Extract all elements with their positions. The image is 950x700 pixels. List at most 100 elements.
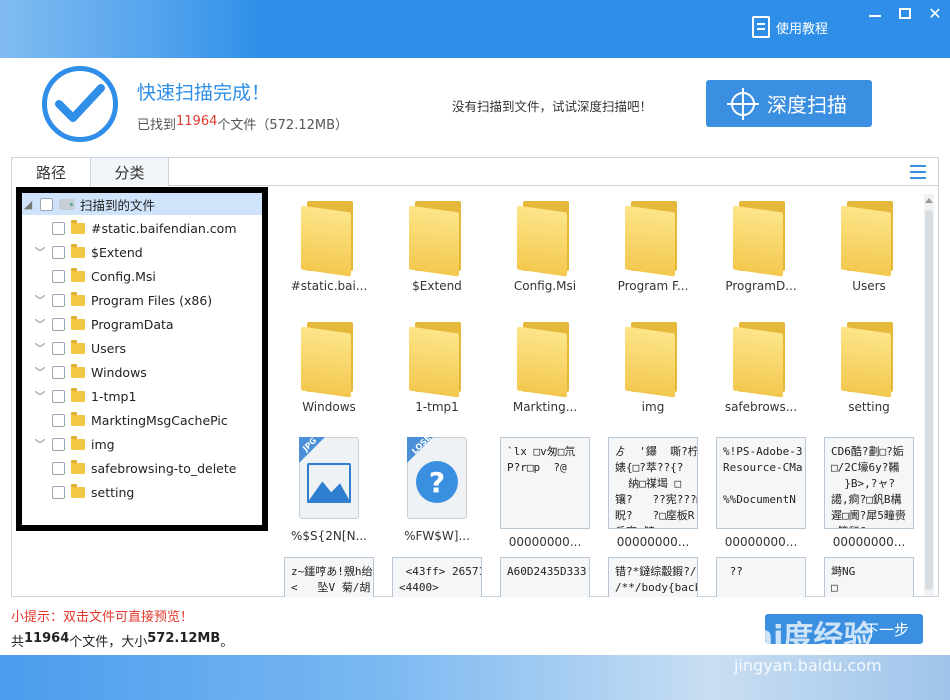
- tree-item[interactable]: ﹀ Users: [34, 337, 126, 359]
- tree-item[interactable]: ﹀ ProgramData: [34, 313, 174, 335]
- folder-item[interactable]: $Extend: [392, 197, 482, 293]
- tree-item[interactable]: ﹀ img: [34, 433, 115, 455]
- file-item[interactable]: 错?*鐽综觳鍜?/ /**/body{backg: [608, 557, 698, 597]
- file-item[interactable]: CD6酷?劃□?姤 □/2C壕6y?鞴 }B>,?ャ? 譪,痾?□釩B構 遲□阓…: [824, 437, 914, 549]
- folder-icon: [71, 459, 85, 474]
- next-step-label: 下一步: [863, 620, 909, 639]
- folder-icon: [733, 197, 789, 277]
- tree-root[interactable]: ◢ 扫描到的文件: [22, 193, 262, 215]
- tab-path[interactable]: 路径: [12, 158, 91, 187]
- close-button[interactable]: ✕: [920, 0, 950, 26]
- grid-scrollbar[interactable]: [924, 194, 934, 596]
- tree-item[interactable]: safebrowsing-to_delete: [34, 457, 236, 479]
- tree-checkbox[interactable]: [52, 389, 65, 403]
- tree-checkbox[interactable]: [52, 461, 65, 475]
- file-preview: A60D2435D333: [500, 557, 590, 597]
- help-tutorial-button[interactable]: 使用教程: [752, 14, 828, 40]
- tree-checkbox[interactable]: [52, 221, 65, 235]
- chevron-down-icon[interactable]: ﹀: [34, 318, 46, 331]
- file-preview: %!PS-Adobe-3 Resource-CMa %%DocumentN: [716, 437, 806, 529]
- chevron-down-icon[interactable]: ﹀: [34, 366, 46, 379]
- maximize-button[interactable]: [890, 0, 920, 26]
- folder-item[interactable]: Windows: [284, 318, 374, 414]
- total-suffix: 。: [220, 635, 234, 650]
- file-item[interactable]: ゟ '鑤 嘶?柠 婊{□?萃??{? 納□禖堨 □ 镶? ??宪???□ 眖? …: [608, 437, 698, 549]
- folder-item[interactable]: Users: [824, 197, 914, 293]
- unknown-file-icon: LOSE?: [402, 433, 472, 523]
- chevron-down-icon[interactable]: ﹀: [34, 438, 46, 451]
- file-item[interactable]: 塒NG □: [824, 557, 914, 597]
- bottom-bar: [0, 655, 950, 700]
- file-label: 00000000...: [616, 535, 690, 549]
- tree-item[interactable]: #static.baifendian.com: [34, 217, 237, 239]
- folder-label: Config.Msi: [513, 279, 577, 293]
- folder-item[interactable]: Config.Msi: [500, 197, 590, 293]
- tree-checkbox[interactable]: [52, 485, 65, 499]
- folder-icon: [71, 483, 85, 498]
- tree-checkbox[interactable]: [52, 293, 65, 307]
- folder-icon: [301, 197, 357, 277]
- tree-item-label: Windows: [91, 364, 147, 380]
- tree-item[interactable]: ﹀ Windows: [34, 361, 147, 383]
- summary-count: 11964: [176, 114, 218, 129]
- scroll-thumb[interactable]: [925, 210, 933, 590]
- folder-icon: [71, 339, 85, 354]
- tree-checkbox[interactable]: [52, 317, 65, 331]
- tree-checkbox[interactable]: [40, 197, 53, 211]
- folder-item[interactable]: Program F...: [608, 197, 698, 293]
- view-menu-icon[interactable]: [910, 165, 926, 179]
- folder-item[interactable]: ProgramD...: [716, 197, 806, 293]
- file-item[interactable]: LOSE? %FW$W]...: [392, 433, 482, 543]
- chevron-down-icon[interactable]: ﹀: [34, 342, 46, 355]
- tree-checkbox[interactable]: [52, 365, 65, 379]
- deep-scan-button[interactable]: 深度扫描: [706, 80, 872, 127]
- tree-checkbox[interactable]: [52, 413, 65, 427]
- folder-item[interactable]: safebrows...: [716, 318, 806, 414]
- folder-icon: [71, 435, 85, 450]
- tree-item[interactable]: ﹀ 1-tmp1: [34, 385, 136, 407]
- tree-checkbox[interactable]: [52, 341, 65, 355]
- tree-checkbox[interactable]: [52, 437, 65, 451]
- file-preview: <43ff> 26571 <4400> <44d5> 26605: [392, 557, 482, 597]
- file-preview: 塒NG □: [824, 557, 914, 597]
- summary-suffix: 个文件（572.12MB）: [217, 118, 348, 133]
- folder-item[interactable]: setting: [824, 318, 914, 414]
- tree-item[interactable]: ﹀ $Extend: [34, 241, 143, 263]
- folder-label: setting: [848, 400, 890, 414]
- tab-category[interactable]: 分类: [91, 158, 169, 186]
- folder-label: Program F...: [617, 279, 689, 293]
- tree-checkbox[interactable]: [52, 269, 65, 283]
- file-item[interactable]: %!PS-Adobe-3 Resource-CMa %%DocumentN 000…: [716, 437, 806, 549]
- folder-item[interactable]: 1-tmp1: [392, 318, 482, 414]
- file-item[interactable]: ??: [716, 557, 806, 597]
- tree-root-label: 扫描到的文件: [80, 197, 156, 213]
- tree-checkbox[interactable]: [52, 245, 65, 259]
- minimize-button[interactable]: [860, 0, 890, 26]
- tree-item[interactable]: Config.Msi: [34, 265, 156, 287]
- folder-label: #static.bai...: [290, 279, 368, 293]
- file-item[interactable]: `lx □v匆□氘 P?r□p ?@ 00000000...: [500, 437, 590, 549]
- next-step-button[interactable]: 下一步: [765, 614, 923, 644]
- file-item[interactable]: A60D2435D333: [500, 557, 590, 597]
- chevron-down-icon[interactable]: ﹀: [34, 294, 46, 307]
- file-item[interactable]: <43ff> 26571 <4400> <44d5> 26605: [392, 557, 482, 597]
- folder-item[interactable]: Markting...: [500, 318, 590, 414]
- chevron-down-icon[interactable]: ﹀: [34, 246, 46, 259]
- tree-item[interactable]: MarktingMsgCachePic: [34, 409, 228, 431]
- chevron-down-icon[interactable]: ﹀: [34, 390, 46, 403]
- file-item[interactable]: z~鑩哼あ!覫h绐 < 坠V 菊/胡 蘮?□□-簾-損□?: [284, 557, 374, 597]
- tree-item[interactable]: ﹀ Program Files (x86): [34, 289, 212, 311]
- scroll-up-icon[interactable]: [925, 198, 933, 203]
- total-prefix: 共: [11, 635, 25, 650]
- folder-label: Windows: [302, 400, 356, 414]
- folder-item[interactable]: img: [608, 318, 698, 414]
- tree-item-label: MarktingMsgCachePic: [91, 412, 228, 428]
- tree-item[interactable]: setting: [34, 481, 134, 503]
- tree-item-label: Program Files (x86): [91, 292, 213, 308]
- chevron-down-icon[interactable]: ◢: [22, 198, 34, 211]
- file-item[interactable]: JPG %$S{2N[N...: [284, 436, 374, 543]
- scan-complete-check-icon: [42, 66, 118, 142]
- folder-item[interactable]: #static.bai...: [284, 197, 374, 293]
- minimize-icon: [869, 15, 881, 17]
- folder-icon: [71, 315, 85, 330]
